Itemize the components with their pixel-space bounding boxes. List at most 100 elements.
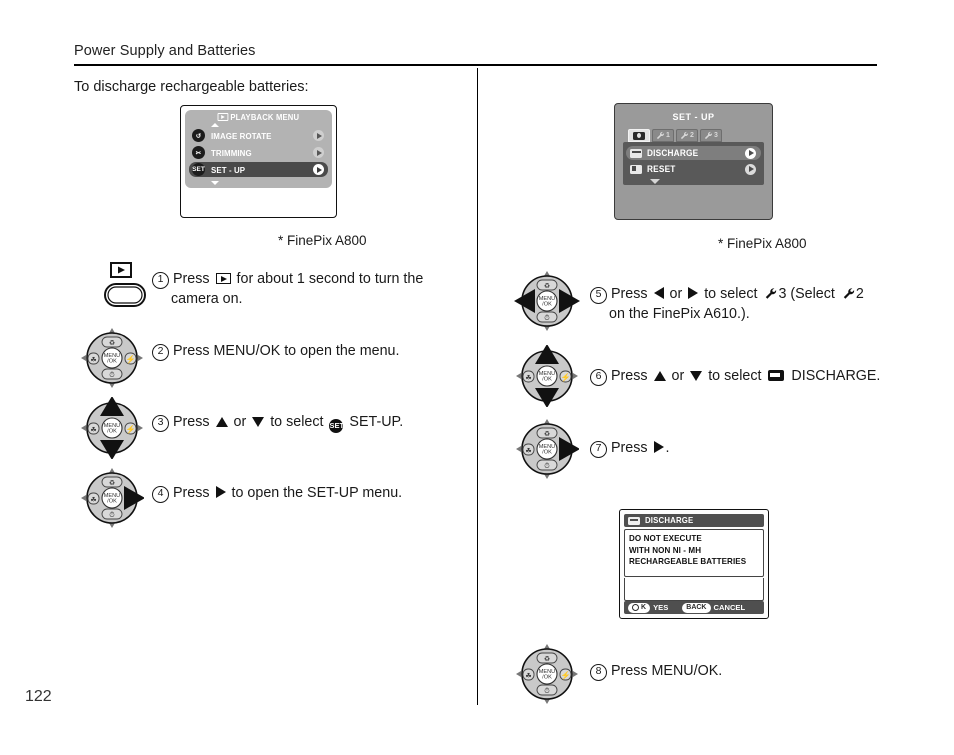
menu-item-image-rotate[interactable]: ↺ IMAGE ROTATE <box>189 128 328 143</box>
svg-text:/OK: /OK <box>542 302 552 308</box>
wrench-icon <box>680 131 689 140</box>
nav-wheel-graphic-step3: ☘ ⚡ MENU /OK <box>81 397 143 459</box>
dialog-title: DISCHARGE <box>645 516 694 525</box>
svg-text:♻: ♻ <box>109 480 115 487</box>
ok-button-hint[interactable]: K <box>628 602 651 613</box>
dialog-message: DO NOT EXECUTE WITH NON NI - MH RECHARGE… <box>624 529 764 577</box>
playback-icon <box>215 273 231 284</box>
discharge-icon <box>628 516 640 525</box>
dialog-empty-area <box>624 578 764 601</box>
setup-item-reset[interactable]: RESET <box>626 162 761 176</box>
svg-text:☘: ☘ <box>525 447 531 455</box>
dialog-message-line: DO NOT EXECUTE <box>629 533 702 543</box>
column-divider <box>477 68 479 705</box>
svg-text:/OK: /OK <box>542 377 552 383</box>
setup-menu-list: DISCHARGE RESET <box>623 142 764 185</box>
step-number: 3 <box>152 415 169 432</box>
step-6-text: 6 Press or to select DISCHARGE. <box>590 366 880 386</box>
discharge-dialog-screenshot: DISCHARGE DO NOT EXECUTE WITH NON NI - M… <box>619 509 769 619</box>
step-number: 1 <box>152 272 169 289</box>
step-7-text: 7 Press . <box>590 438 670 458</box>
step-3-text: 3 Press or to select SET SET-UP. <box>152 412 403 433</box>
step-number: 7 <box>590 441 607 458</box>
svg-text:/OK: /OK <box>107 429 117 435</box>
menu-item-set-up[interactable]: SET SET - UP <box>189 162 328 177</box>
step-number: 4 <box>152 486 169 503</box>
svg-text:⏱: ⏱ <box>109 511 115 519</box>
right-screenshot-caption: * FinePix A800 <box>718 236 807 251</box>
tab-label: 3 <box>714 132 718 139</box>
step-8-text: 8 Press MENU/OK. <box>590 661 722 681</box>
tab-wrench-2[interactable]: 2 <box>676 129 698 142</box>
nav-wheel-graphic-step5: ♻ ⏱ MENU /OK <box>514 271 580 331</box>
svg-text:⏱: ⏱ <box>544 687 550 695</box>
step-4-text: 4 Press to open the SET-UP menu. <box>152 483 402 503</box>
back-button-hint[interactable]: BACK <box>682 602 711 613</box>
setup-menu-title: SET - UP <box>672 112 715 122</box>
reset-icon <box>630 164 642 174</box>
intro-text: To discharge rechargeable batteries: <box>74 79 309 95</box>
down-arrow-icon <box>252 417 265 427</box>
setup-item-label: RESET <box>647 164 676 174</box>
discharge-icon <box>768 370 785 381</box>
dialog-message-line: RECHARGEABLE BATTERIES <box>629 556 747 566</box>
setup-item-discharge[interactable]: DISCHARGE <box>626 146 761 160</box>
setup-icon: SET <box>192 163 205 176</box>
scroll-down-arrow-icon <box>650 179 660 184</box>
menu-item-trimming[interactable]: ✂ TRIMMING <box>189 145 328 160</box>
step-number: 8 <box>590 664 607 681</box>
svg-text:/OK: /OK <box>107 499 117 505</box>
page-title: Power Supply and Batteries <box>74 43 256 59</box>
nav-wheel-graphic-step7: ♻ ⏱ ☘ MENU /OK <box>516 419 579 479</box>
setup-icon: SET <box>329 419 344 433</box>
svg-text:⚡: ⚡ <box>126 424 136 434</box>
nav-wheel-graphic-step4: ♻ ⏱ ☘ MENU /OK <box>81 468 144 528</box>
wrench-icon <box>843 288 855 299</box>
menu-item-label: TRIMMING <box>211 147 252 158</box>
dialog-title-bar: DISCHARGE <box>624 514 764 527</box>
dialog-footer-bar: K YES BACK CANCEL <box>624 601 764 614</box>
svg-text:⏱: ⏱ <box>109 371 115 379</box>
down-arrow-icon <box>690 371 703 381</box>
up-arrow-icon <box>653 371 666 381</box>
menu-item-label: IMAGE ROTATE <box>211 130 272 141</box>
scroll-down-arrow-icon <box>211 181 219 185</box>
tab-label: 2 <box>690 132 694 139</box>
playback-menu-screenshot: PLAYBACK MENU ↺ IMAGE ROTATE ✂ TRIMMING … <box>180 105 337 218</box>
chevron-right-icon <box>313 164 324 175</box>
tab-camera[interactable] <box>628 129 650 142</box>
discharge-icon <box>630 148 642 158</box>
playback-menu-panel: PLAYBACK MENU ↺ IMAGE ROTATE ✂ TRIMMING … <box>185 110 332 188</box>
svg-text:/OK: /OK <box>542 450 552 456</box>
svg-text:☘: ☘ <box>90 496 96 504</box>
step-1-text: 1 Press for about 1 second to turn the ca… <box>152 269 452 309</box>
tab-wrench-3[interactable]: 3 <box>700 129 722 142</box>
svg-text:♻: ♻ <box>544 431 550 438</box>
trimming-icon: ✂ <box>192 146 205 159</box>
wrench-icon <box>704 131 713 140</box>
svg-text:☘: ☘ <box>90 356 96 364</box>
svg-text:/OK: /OK <box>542 675 552 681</box>
left-screenshot-caption: * FinePix A800 <box>278 233 367 248</box>
svg-text:⚡: ⚡ <box>561 372 571 382</box>
svg-text:⚡: ⚡ <box>126 354 136 364</box>
tab-label: 1 <box>666 132 670 139</box>
svg-text:⚡: ⚡ <box>561 670 571 680</box>
svg-text:☘: ☘ <box>525 672 531 680</box>
cancel-label: CANCEL <box>713 603 746 612</box>
setup-menu-screenshot: SET - UP 1 2 3 DISCHARGE RESET <box>614 103 773 220</box>
step-number: 6 <box>590 369 607 386</box>
tab-wrench-1[interactable]: 1 <box>652 129 674 142</box>
rotate-icon: ↺ <box>192 129 205 142</box>
up-arrow-icon <box>215 417 228 427</box>
nav-wheel-graphic-step6: ☘ ⚡ MENU /OK <box>516 345 578 407</box>
svg-text:⏱: ⏱ <box>544 314 550 322</box>
right-arrow-icon <box>653 441 664 453</box>
dialog-message-line: WITH NON NI - MH <box>629 544 702 555</box>
wrench-icon <box>766 288 777 299</box>
playback-icon <box>217 113 229 121</box>
svg-text:♻: ♻ <box>544 656 550 663</box>
nav-wheel-graphic-step8: ♻ ⏱ ☘ ⚡ MENU /OK <box>516 644 578 704</box>
chevron-right-icon <box>313 147 324 158</box>
chevron-right-icon <box>745 147 756 159</box>
